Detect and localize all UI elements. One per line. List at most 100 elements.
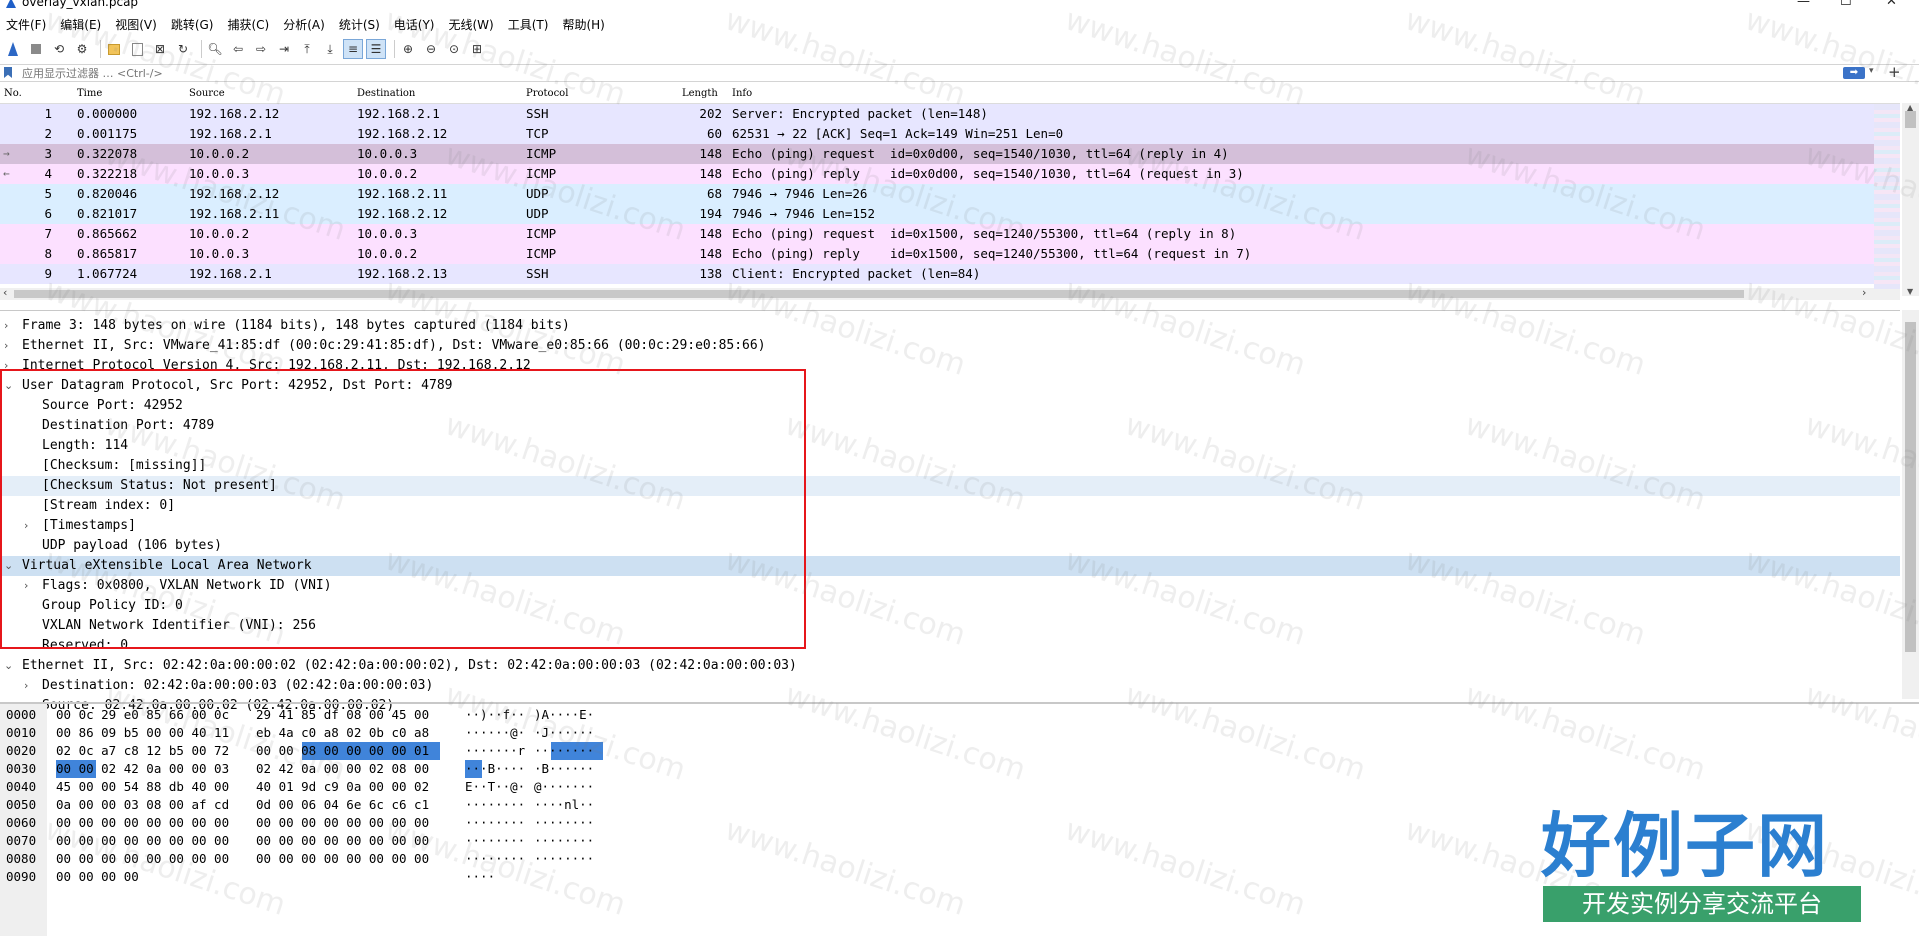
details-vertical-scrollbar[interactable] bbox=[1902, 310, 1919, 699]
expand-arrow-icon[interactable]: › bbox=[24, 576, 28, 596]
packet-list-horizontal-scrollbar[interactable]: ‹ › bbox=[0, 286, 1900, 300]
column-header-info[interactable]: Info bbox=[732, 88, 752, 99]
column-header-time[interactable]: Time bbox=[77, 88, 102, 99]
detail-tree-field[interactable]: VXLAN Network Identifier (VNI): 256 bbox=[0, 616, 1900, 636]
find-packet-icon[interactable]: 🔍︎ bbox=[206, 40, 224, 58]
go-last-packet-icon[interactable]: ⤓ bbox=[321, 40, 339, 58]
scroll-right-icon[interactable]: › bbox=[1862, 286, 1866, 299]
go-first-packet-icon[interactable]: ⤒ bbox=[298, 40, 316, 58]
collapse-arrow-icon[interactable]: ⌄ bbox=[4, 556, 13, 576]
detail-tree-field[interactable]: › Destination: 02:42:0a:00:00:03 (02:42:0… bbox=[0, 676, 1900, 696]
byte-row[interactable]: 0010 00 86 09 b5 00 00 40 11 eb 4a c0 a8 0… bbox=[0, 724, 1919, 742]
byte-row[interactable]: 002002 0c a7 c8 12 b5 00 7200 00 08 00 0… bbox=[0, 742, 1919, 760]
detail-tree-field[interactable]: [Stream index: 0] bbox=[0, 496, 1900, 516]
packet-row[interactable]: 5 0.820046 192.168.2.12 192.168.2.11 UDP 68 79… bbox=[0, 184, 1900, 204]
detail-text: [Timestamps] bbox=[42, 518, 136, 533]
menu-item[interactable]: 电话(Y) bbox=[387, 16, 442, 33]
detail-tree-node[interactable]: ⌄ Virtual eXtensible Local Area Network bbox=[0, 556, 1900, 576]
reload-file-icon[interactable]: ↻ bbox=[174, 40, 192, 58]
column-header-length[interactable]: Length bbox=[682, 88, 718, 99]
detail-tree-node[interactable]: › Ethernet II, Src: VMware_41:85:df (00:0… bbox=[0, 336, 1900, 356]
scroll-down-icon[interactable]: ▼ bbox=[1907, 287, 1913, 296]
menu-item[interactable]: 分析(A) bbox=[276, 16, 332, 33]
expand-arrow-icon[interactable]: › bbox=[4, 316, 8, 336]
scrollbar-thumb[interactable] bbox=[14, 290, 1744, 298]
packet-destination: 192.168.2.13 bbox=[357, 266, 448, 281]
collapse-arrow-icon[interactable]: ⌄ bbox=[4, 656, 13, 676]
go-back-icon[interactable]: ⇦ bbox=[229, 40, 247, 58]
resize-columns-icon[interactable]: ⊞ bbox=[468, 40, 486, 58]
detail-tree-field[interactable]: › Flags: 0x0800, VXLAN Network ID (VNI) bbox=[0, 576, 1900, 596]
detail-tree-field[interactable]: UDP payload (106 bytes) bbox=[0, 536, 1900, 556]
restart-capture-icon[interactable]: ⟲ bbox=[50, 40, 68, 58]
maximize-icon[interactable]: ☐ bbox=[1840, 0, 1852, 9]
packet-row[interactable]: 4 0.322218 10.0.0.3 10.0.0.2 ICMP 148 Echo (pi… bbox=[0, 164, 1900, 184]
display-filter-input[interactable] bbox=[18, 65, 1846, 81]
detail-tree-field[interactable]: Reserved: 0 bbox=[0, 636, 1900, 656]
filter-history-dropdown-icon[interactable]: ▾ bbox=[1869, 66, 1874, 76]
close-file-icon[interactable]: ⊠ bbox=[151, 40, 169, 58]
byte-row[interactable]: 0030 00 00 02 42 0a 00 00 03 02 42 0a 00 0… bbox=[0, 760, 1919, 778]
column-header-no[interactable]: No. bbox=[4, 88, 22, 99]
packet-row[interactable]: 8 0.865817 10.0.0.3 10.0.0.2 ICMP 148 Echo (pi… bbox=[0, 244, 1900, 264]
expand-arrow-icon[interactable]: › bbox=[4, 356, 8, 376]
detail-tree-field[interactable]: Destination Port: 4789 bbox=[0, 416, 1900, 436]
menu-item[interactable]: 跳转(G) bbox=[164, 16, 221, 33]
expand-arrow-icon[interactable]: › bbox=[24, 676, 28, 696]
add-filter-button-icon[interactable]: + bbox=[1888, 63, 1901, 81]
stop-capture-icon[interactable] bbox=[27, 40, 45, 58]
packet-row[interactable]: 2 0.001175 192.168.2.1 192.168.2.12 TCP 60 625… bbox=[0, 124, 1900, 144]
apply-filter-button[interactable]: ➡ bbox=[1843, 67, 1865, 79]
save-file-icon[interactable] bbox=[128, 40, 146, 58]
go-forward-icon[interactable]: ⇨ bbox=[252, 40, 270, 58]
packet-minimap[interactable] bbox=[1874, 104, 1900, 289]
packet-row[interactable]: 3 0.322078 10.0.0.2 10.0.0.3 ICMP 148 Echo (pi… bbox=[0, 144, 1900, 164]
menu-item[interactable]: 帮助(H) bbox=[555, 16, 611, 33]
column-header-destination[interactable]: Destination bbox=[357, 88, 415, 99]
capture-options-icon[interactable]: ⚙ bbox=[73, 40, 91, 58]
menu-item[interactable]: 捕获(C) bbox=[220, 16, 276, 33]
open-file-icon[interactable] bbox=[105, 40, 123, 58]
zoom-out-icon[interactable]: ⊖ bbox=[422, 40, 440, 58]
collapse-arrow-icon[interactable]: ⌄ bbox=[4, 376, 13, 396]
detail-tree-node[interactable]: ⌄ Ethernet II, Src: 02:42:0a:00:00:02 (02… bbox=[0, 656, 1900, 676]
colorize-icon[interactable]: ☰ bbox=[366, 39, 386, 59]
detail-tree-field[interactable]: Source Port: 42952 bbox=[0, 396, 1900, 416]
detail-tree-field[interactable]: Group Policy ID: 0 bbox=[0, 596, 1900, 616]
close-icon[interactable]: ✕ bbox=[1886, 0, 1897, 9]
menu-item[interactable]: 工具(T) bbox=[501, 16, 556, 33]
minimize-icon[interactable]: — bbox=[1797, 0, 1810, 9]
detail-tree-node[interactable]: › Internet Protocol Version 4, Src: 192.1… bbox=[0, 356, 1900, 376]
packet-time: 0.865817 bbox=[77, 246, 138, 261]
column-header-source[interactable]: Source bbox=[189, 88, 225, 99]
scrollbar-thumb[interactable] bbox=[1905, 322, 1916, 652]
packet-row[interactable]: 1 0.000000 192.168.2.12 192.168.2.1 SSH 202 Se… bbox=[0, 104, 1900, 124]
start-capture-icon[interactable] bbox=[4, 40, 22, 58]
packet-row[interactable]: 7 0.865662 10.0.0.2 10.0.0.3 ICMP 148 Echo (pi… bbox=[0, 224, 1900, 244]
zoom-normal-icon[interactable]: ⊙ bbox=[445, 40, 463, 58]
packet-list-vertical-scrollbar[interactable]: ▲ ▼ bbox=[1902, 103, 1919, 296]
packet-row[interactable]: 6 0.821017 192.168.2.11 192.168.2.12 UDP 194 7… bbox=[0, 204, 1900, 224]
packet-row[interactable]: 9 1.067724 192.168.2.1 192.168.2.13 SSH 138 Cl… bbox=[0, 264, 1900, 284]
menu-item[interactable]: 视图(V) bbox=[108, 16, 164, 33]
detail-tree-node[interactable]: ⌄ User Datagram Protocol, Src Port: 42952… bbox=[0, 376, 1900, 396]
menu-item[interactable]: 无线(W) bbox=[442, 16, 501, 33]
detail-tree-field[interactable]: › [Timestamps] bbox=[0, 516, 1900, 536]
menu-item[interactable]: 编辑(E) bbox=[53, 16, 108, 33]
expand-arrow-icon[interactable]: › bbox=[24, 516, 28, 536]
zoom-in-icon[interactable]: ⊕ bbox=[399, 40, 417, 58]
filter-bookmark-icon[interactable] bbox=[4, 67, 12, 78]
menu-item[interactable]: 文件(F) bbox=[0, 16, 53, 33]
scroll-left-icon[interactable]: ‹ bbox=[3, 286, 7, 299]
scrollbar-thumb[interactable] bbox=[1905, 111, 1916, 128]
detail-tree-field[interactable]: [Checksum Status: Not present] bbox=[0, 476, 1900, 496]
expand-arrow-icon[interactable]: › bbox=[4, 336, 8, 356]
go-to-packet-icon[interactable]: ⇥ bbox=[275, 40, 293, 58]
byte-row[interactable]: 0000 00 0c 29 e0 85 66 00 0c 29 41 85 df 0… bbox=[0, 706, 1919, 724]
autoscroll-icon[interactable]: ≡ bbox=[343, 39, 363, 59]
column-header-protocol[interactable]: Protocol bbox=[526, 88, 568, 99]
detail-tree-node[interactable]: › Frame 3: 148 bytes on wire (1184 bits),… bbox=[0, 316, 1900, 336]
detail-tree-field[interactable]: Length: 114 bbox=[0, 436, 1900, 456]
detail-tree-field[interactable]: [Checksum: [missing]] bbox=[0, 456, 1900, 476]
menu-item[interactable]: 统计(S) bbox=[332, 16, 387, 33]
